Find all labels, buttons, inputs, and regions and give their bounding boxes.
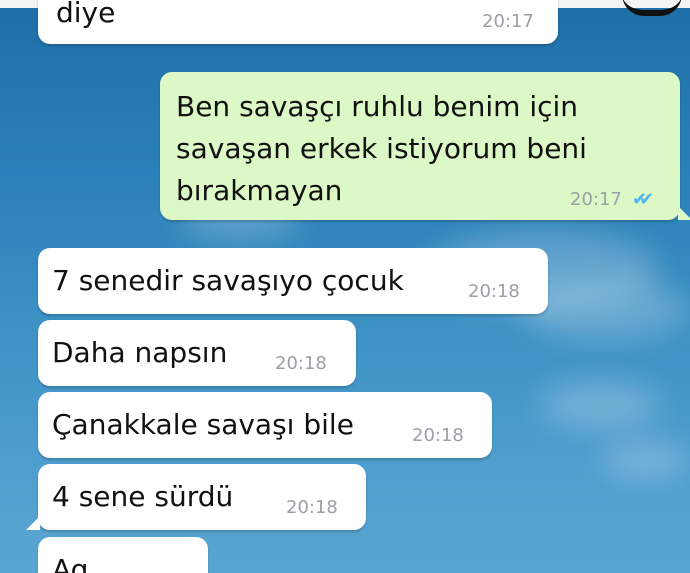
message-text: diye — [56, 0, 116, 29]
message-text: 7 senedir savaşıyo çocuk — [52, 264, 404, 297]
double-check-icon: ✔✔ — [632, 189, 654, 210]
message-bubble-incoming[interactable]: Aq — [38, 537, 208, 573]
bubble-tail — [26, 516, 40, 530]
message-text: Çanakkale savaşı bile — [52, 408, 354, 441]
message-timestamp: 20:17 — [482, 11, 534, 32]
message-timestamp: 20:17 — [570, 189, 622, 210]
bubble-tail — [678, 206, 690, 220]
message-text-line-3: bırakmayan — [176, 174, 343, 207]
message-timestamp: 20:18 — [412, 425, 464, 446]
message-text: 4 sene sürdü — [52, 480, 234, 513]
message-bubble-incoming[interactable]: 4 sene sürdü 20:18 — [26, 464, 366, 530]
message-timestamp: 20:18 — [468, 281, 520, 302]
message-text-line-1: Ben savaşçı ruhlu benim için — [176, 90, 579, 123]
message-bubble-incoming[interactable]: Çanakkale savaşı bile 20:18 — [38, 392, 492, 458]
message-text: Aq — [52, 553, 89, 573]
message-timestamp: 20:18 — [275, 353, 327, 374]
message-bubble-incoming[interactable]: Daha napsın 20:18 — [38, 320, 356, 386]
message-timestamp: 20:18 — [286, 497, 338, 518]
message-bubble-incoming[interactable]: diye 20:17 — [38, 0, 558, 44]
message-bubble-incoming[interactable]: 7 senedir savaşıyo çocuk 20:18 — [38, 248, 548, 314]
message-text: Daha napsın — [52, 336, 228, 369]
message-text-line-2: savaşan erkek istiyorum beni — [176, 132, 587, 165]
message-bubble-outgoing[interactable]: Ben savaşçı ruhlu benim için savaşan erk… — [160, 72, 690, 220]
